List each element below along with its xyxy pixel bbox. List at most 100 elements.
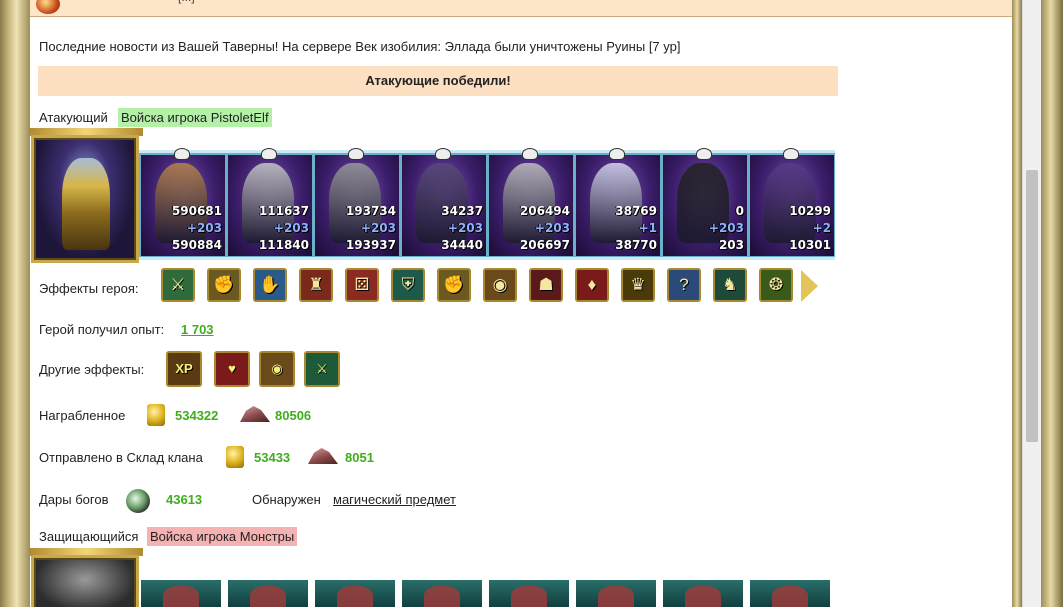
skull-icon — [262, 149, 276, 159]
unit-after: 34440 — [441, 238, 483, 252]
skull-icon — [697, 149, 711, 159]
unit-before: 10299 — [789, 204, 831, 218]
sword-icon[interactable]: ⚔ — [161, 268, 195, 302]
attacker-unit-card[interactable]: 111637 +203 111840 — [228, 149, 312, 256]
result-banner: Атакующие победили! — [38, 66, 838, 96]
skull-icon — [175, 149, 189, 159]
handshake-sword-icon-glyph: ✊ — [213, 275, 235, 294]
unit-bonus: +203 — [273, 221, 309, 235]
defender-tag[interactable]: Войска игрока Монстры — [147, 527, 298, 546]
handshake-sword-icon[interactable]: ✊ — [207, 268, 241, 302]
attacker-unit-card[interactable]: 590681 +203 590884 — [141, 149, 225, 256]
unit-bonus: +203 — [186, 221, 222, 235]
handshake-shield-icon-glyph: ✊ — [443, 275, 465, 294]
sword-icon[interactable]: ⚔ — [304, 351, 340, 387]
attacker-hero-portrait[interactable] — [31, 135, 139, 263]
attacker-unit-card[interactable]: 38769 +1 38770 — [576, 149, 660, 256]
other-effects-label: Другие эффекты: — [39, 362, 145, 377]
scrollbar-thumb[interactable] — [1026, 170, 1038, 442]
defender-unit-card[interactable] — [402, 580, 482, 607]
attacker-tag[interactable]: Войска игрока PistoletElf — [118, 108, 272, 127]
xp-icon[interactable]: XP — [166, 351, 202, 387]
unit-figure — [764, 163, 816, 243]
unit-after: 203 — [718, 238, 744, 252]
helmet-icon-glyph: ☗ — [538, 275, 554, 294]
coins-icon[interactable]: ◉ — [259, 351, 295, 387]
gold-icon — [226, 446, 244, 468]
attacker-label: Атакующий — [39, 110, 108, 125]
defender-unit-card[interactable] — [141, 580, 221, 607]
clan-storage-label: Отправлено в Склад клана — [39, 450, 203, 465]
unit-before: 206494 — [519, 204, 570, 218]
attacker-unit-card[interactable]: 10299 +2 10301 — [750, 149, 834, 256]
shield-icon-glyph: ⛨ — [401, 275, 415, 294]
outer-right-border — [1041, 0, 1063, 607]
handshake-shield-icon[interactable]: ✊ — [437, 268, 471, 302]
unit-after: 206697 — [519, 238, 570, 252]
defender-unit-card[interactable] — [228, 580, 308, 607]
unit-after: 10301 — [789, 238, 831, 252]
unit-before: 193734 — [345, 204, 396, 218]
ore-icon — [240, 406, 270, 422]
helmet-icon[interactable]: ☗ — [529, 268, 563, 302]
next-arrow-icon[interactable] — [801, 270, 818, 302]
defender-unit-card[interactable] — [315, 580, 395, 607]
skull-icon — [610, 149, 624, 159]
hand-icon[interactable]: ✋ — [253, 268, 287, 302]
unit-figure — [590, 163, 642, 243]
coins-icon-glyph: ◉ — [492, 275, 508, 294]
ore-icon — [308, 448, 338, 464]
armor-icon-glyph: ♦ — [587, 275, 597, 294]
found-label: Обнаружен — [252, 492, 321, 507]
experience-value[interactable]: 1 703 — [181, 322, 214, 337]
unit-bonus: +203 — [534, 221, 570, 235]
top-title: [...] — [178, 0, 195, 4]
hand-icon-glyph: ✋ — [259, 275, 281, 294]
attacker-unit-card[interactable]: 34237 +203 34440 — [402, 149, 486, 256]
treasure-icon[interactable]: ♛ — [621, 268, 655, 302]
unit-before: 38769 — [615, 204, 657, 218]
unit-bonus: +2 — [812, 221, 831, 235]
found-item-link[interactable]: магический предмет — [333, 492, 456, 507]
heart-sword-icon[interactable]: ♥ — [214, 351, 250, 387]
defender-unit-card[interactable] — [576, 580, 656, 607]
rewarded-gold: 534322 — [175, 408, 219, 423]
defender-unit-card[interactable] — [750, 580, 830, 607]
amulet-icon-glyph: ❂ — [768, 275, 784, 294]
fortress-icon[interactable]: ♜ — [299, 268, 333, 302]
unit-before: 590681 — [171, 204, 222, 218]
shield-icon[interactable]: ⛨ — [391, 268, 425, 302]
boots-icon-glyph: ♞ — [722, 275, 738, 294]
defender-hero-portrait[interactable] — [31, 555, 139, 607]
unit-after: 590884 — [171, 238, 222, 252]
skull-icon — [784, 149, 798, 159]
unit-after: 193937 — [345, 238, 396, 252]
attacker-unit-card[interactable]: 193734 +203 193937 — [315, 149, 399, 256]
dice-icon[interactable]: ⚄ — [345, 268, 379, 302]
gods-gifts-value: 43613 — [166, 492, 203, 507]
attacker-unit-card[interactable]: 0 +203 203 — [663, 149, 747, 256]
rewarded-label: Награбленное — [39, 408, 126, 423]
right-border — [1012, 0, 1022, 607]
defender-unit-card[interactable] — [663, 580, 743, 607]
skull-icon — [436, 149, 450, 159]
dice-icon-glyph: ⚄ — [354, 275, 370, 294]
gold-icon — [147, 404, 165, 426]
unit-after: 111840 — [258, 238, 309, 252]
treasure-icon-glyph: ♛ — [630, 275, 646, 294]
defender-unit-card[interactable] — [489, 580, 569, 607]
news-text: Последние новости из Вашей Таверны! На с… — [39, 39, 681, 54]
question-icon[interactable]: ? — [667, 268, 701, 302]
unit-before: 0 — [735, 204, 744, 218]
coins-icon[interactable]: ◉ — [483, 268, 517, 302]
boots-icon[interactable]: ♞ — [713, 268, 747, 302]
clan-storage-ore: 8051 — [345, 450, 374, 465]
question-icon-glyph: ? — [679, 275, 689, 294]
unit-before: 34237 — [441, 204, 483, 218]
armor-icon[interactable]: ♦ — [575, 268, 609, 302]
left-border — [0, 0, 30, 607]
gods-gifts-label: Дары богов — [39, 492, 109, 507]
attacker-unit-card[interactable]: 206494 +203 206697 — [489, 149, 573, 256]
skull-icon — [349, 149, 363, 159]
amulet-icon[interactable]: ❂ — [759, 268, 793, 302]
